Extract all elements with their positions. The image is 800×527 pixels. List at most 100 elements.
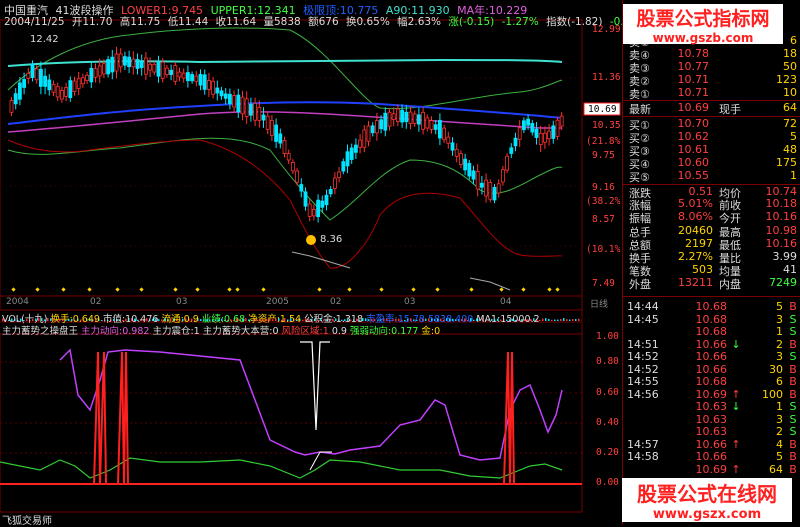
candle [118,48,123,73]
volume-bar [542,318,544,321]
indicator-axis-label: 0.40 [596,417,619,428]
candle [215,80,220,101]
candle [13,88,18,110]
candle [164,64,169,78]
candle [534,122,539,145]
date-label: 03 [404,297,416,307]
ask-row: 卖④ 10.78 18 [623,47,800,62]
ma-blue-line [7,101,563,125]
bar-turnover: 换0.65% [345,16,390,28]
signal-marker-icon [521,287,526,292]
pct-axis-label: (21.8%) [586,136,627,147]
tick-row: 14:45 10.68 3 S [623,313,800,326]
price-axis-label: 12.99 [592,24,621,35]
indicator-axis-label: 0.60 [596,387,619,398]
tick-price: 10.68 [695,375,728,388]
candle [316,194,321,223]
tick-volume: 30 [769,362,783,376]
candle [387,107,392,131]
bar-close: 收11.64 [215,16,257,28]
candle [416,107,421,132]
volume-bar [545,318,547,321]
tick-time: 14:45 [627,312,659,326]
candle [551,120,556,144]
candle [39,61,43,95]
candle [505,153,510,174]
date-label: 02 [90,297,102,307]
stat-label: 内盘 [719,278,741,292]
candle [383,107,388,137]
tick-volume: 3 [776,350,783,363]
candle [433,119,438,135]
chart-canvas[interactable] [0,0,622,525]
candle [211,76,216,99]
price-axis-label: 9.16 [592,182,615,193]
candle [240,90,245,121]
candle [345,144,350,174]
candle [328,186,333,198]
bid-volume: 175 [776,156,797,169]
candle [93,63,98,83]
candle [421,107,426,135]
tick-time: 14:56 [627,387,659,401]
tick-price: 10.63 [695,412,728,426]
candle [131,51,136,75]
candle [530,119,535,136]
date-strip-frame [0,295,583,311]
tick-row: 14:52 10.66 3 S [623,350,800,363]
bid-row: 买① 10.70 72 [623,117,800,132]
signal-spike [503,351,515,485]
trend-line [291,251,351,269]
candle [408,106,413,130]
candle [43,68,47,95]
candle [85,72,89,84]
main-force-line [59,348,563,461]
signal-spike [93,351,107,485]
candle [244,91,249,124]
bid-row: 买③ 10.61 48 [623,143,800,158]
candle [60,86,64,103]
last-price-row: 最新 10.69 现手 64 [623,100,800,117]
candle [391,107,396,127]
quote-panel: 卖⑤10.796卖④10.7818卖③10.7750卖②10.71123卖①10… [622,0,800,525]
candle [412,110,417,127]
price-axis-label: 10.35 [592,120,621,131]
tick-side: B [789,337,797,351]
bar-high: 高11.75 [119,16,161,28]
tick-row: 14:56 10.69 ↑ 100 B [623,388,800,401]
signal-marker-icon [61,287,66,292]
tick-price: 10.68 [695,312,728,326]
watermark-top-url: www.gszb.com [652,31,754,45]
candle [303,187,308,211]
price-axis-label: 9.75 [592,150,615,161]
candle [454,143,459,163]
signal-marker-icon [11,287,16,292]
last-price-label: 最新 [629,103,651,116]
stat-label: 外盘 [629,278,651,292]
tick-price: 10.66 [695,337,728,351]
signal-marker-icon [555,287,560,292]
tick-side: S [789,325,797,338]
candle [425,114,430,132]
vol-item: MA1:15000.2 [476,314,540,325]
ask-row: 卖① 10.71 10 [623,86,800,101]
candle [123,51,127,70]
tick-arrow-icon: ↑ [731,387,741,401]
period-label[interactable]: 日线 [590,297,608,310]
stat-value: 10.16 [765,236,798,250]
candle [265,111,270,135]
ask-volume: 50 [783,60,797,73]
tick-volume: 1 [776,400,783,413]
tick-side: S [789,312,797,326]
candle [139,54,144,76]
volume-bar [572,319,574,321]
signal-marker-icon [547,287,552,292]
tick-row: 10.63 ↓ 1 S [623,400,800,413]
bid-row: 买② 10.62 5 [623,130,800,145]
candle [198,69,203,91]
tick-price: 10.66 [695,350,728,363]
candle [190,71,195,84]
pct-axis-label: (38.2%) [586,196,627,207]
ask-price: 10.71 [677,73,710,86]
candle [463,153,468,176]
